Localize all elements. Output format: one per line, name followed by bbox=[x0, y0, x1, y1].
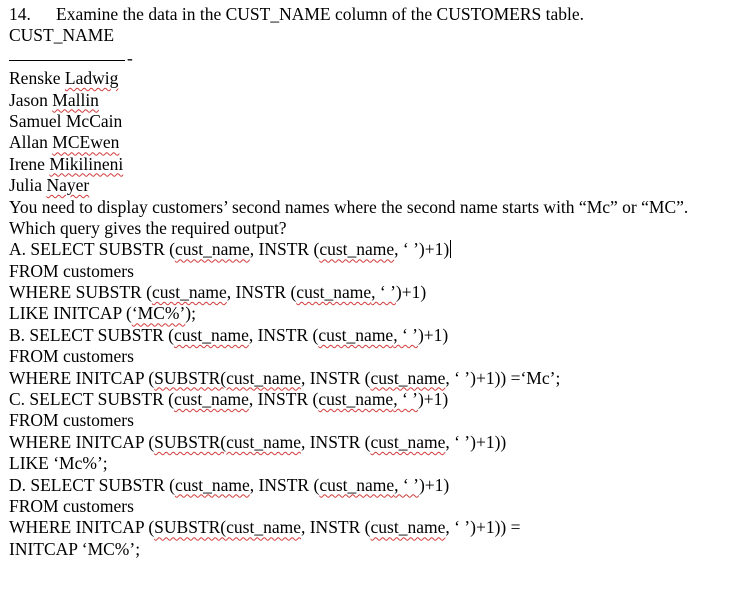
list-item: Allan MCEwen bbox=[9, 132, 120, 153]
option-a-line-3: WHERE SUBSTR (cust_name, INSTR (cust_nam… bbox=[9, 282, 427, 303]
separator-rule bbox=[9, 59, 125, 61]
option-b-line-3: WHERE INITCAP (SUBSTR(cust_name, INSTR (… bbox=[9, 367, 561, 388]
list-item: Jason Mallin bbox=[9, 89, 99, 110]
document-body: 14. Examine the data in the CUST_NAME col… bbox=[9, 4, 724, 560]
option-c-line-2: FROM customers bbox=[9, 410, 134, 431]
option-d: D. SELECT SUBSTR (cust_name, INSTR (cust… bbox=[9, 475, 724, 561]
option-b-line-2: FROM customers bbox=[9, 346, 134, 367]
list-item: Julia Nayer bbox=[9, 175, 90, 196]
list-item: Renske Ladwig bbox=[9, 68, 119, 89]
option-c-line-3: WHERE INITCAP (SUBSTR(cust_name, INSTR (… bbox=[9, 431, 507, 452]
option-a: A. SELECT SUBSTR (cust_name, INSTR (cust… bbox=[9, 239, 724, 325]
text-cursor bbox=[450, 240, 452, 259]
separator-dash: - bbox=[127, 47, 133, 68]
instruction-text: You need to display customers’ second na… bbox=[9, 196, 689, 217]
column-header: CUST_NAME bbox=[9, 25, 115, 46]
question-number: 14. bbox=[9, 4, 31, 24]
prompt-text: Which query gives the required output? bbox=[9, 217, 287, 238]
option-a-line-2: FROM customers bbox=[9, 260, 134, 281]
question-text: Examine the data in the CUST_NAME column… bbox=[56, 4, 585, 24]
option-c: C. SELECT SUBSTR (cust_name, INSTR (cust… bbox=[9, 389, 724, 475]
option-d-line-2: FROM customers bbox=[9, 496, 134, 516]
option-a-line-1: A. SELECT SUBSTR (cust_name, INSTR (cust… bbox=[9, 239, 452, 260]
question-line: 14. Examine the data in the CUST_NAME col… bbox=[9, 4, 724, 25]
names-list: Renske Ladwig Jason Mallin Samuel McCain… bbox=[9, 68, 724, 196]
option-c-line-4: LIKE ‘Mc%’; bbox=[9, 453, 108, 474]
option-a-line-4: LIKE INITCAP (‘MC%’); bbox=[9, 303, 196, 324]
option-b: B. SELECT SUBSTR (cust_name, INSTR (cust… bbox=[9, 325, 724, 389]
list-item: Samuel McCain bbox=[9, 110, 123, 131]
option-b-line-1: B. SELECT SUBSTR (cust_name, INSTR (cust… bbox=[9, 324, 449, 345]
list-item: Irene Mikilineni bbox=[9, 153, 124, 174]
option-d-line-4: INITCAP ‘MC%’; bbox=[9, 538, 141, 559]
column-separator: - bbox=[9, 47, 724, 68]
option-d-line-1: D. SELECT SUBSTR (cust_name, INSTR (cust… bbox=[9, 474, 450, 495]
option-d-line-3: WHERE INITCAP (SUBSTR(cust_name, INSTR (… bbox=[9, 517, 521, 538]
option-c-line-1: C. SELECT SUBSTR (cust_name, INSTR (cust… bbox=[9, 389, 449, 410]
